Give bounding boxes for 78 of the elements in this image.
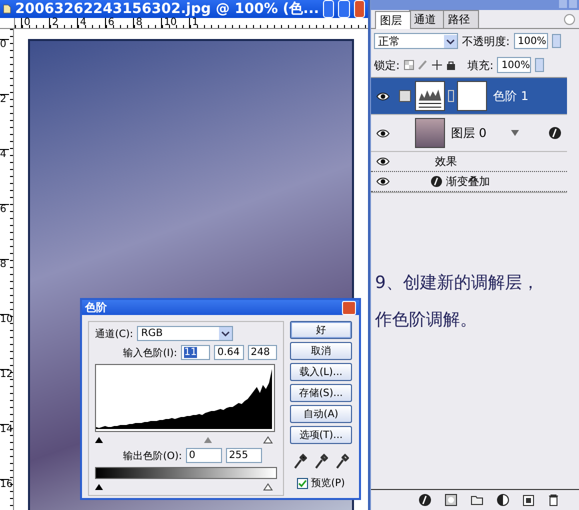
preview-checkbox[interactable] [297, 478, 308, 488]
layer-name: 色阶 1 [493, 88, 528, 104]
window-title: 20063262243156302.jpg @ 100% (色... [15, 0, 320, 18]
eyedropper-icon[interactable] [314, 453, 328, 469]
dialog-button[interactable]: 载入(L)... [290, 363, 352, 381]
input-field[interactable]: 0.64 [214, 345, 244, 360]
layer-name: 图层 0 [451, 124, 486, 142]
ruler-label: 4 [77, 18, 105, 28]
eye-icon[interactable] [376, 128, 390, 138]
effects-icon [431, 176, 442, 187]
half-circle-icon[interactable] [497, 494, 509, 506]
output-field[interactable]: 0 [186, 448, 222, 463]
chevron-down-icon[interactable] [444, 34, 457, 48]
dialog-button[interactable]: 取消 [290, 342, 352, 360]
panel-tab[interactable]: 路径 [443, 10, 479, 28]
effects-icon [548, 127, 561, 139]
field-label: 不透明度: [462, 34, 510, 48]
field-label: 通道(C): [95, 328, 134, 340]
folder-icon[interactable] [471, 495, 483, 505]
ruler-label: 8 [0, 259, 9, 314]
ruler-label: 6 [105, 18, 133, 28]
opacity-field[interactable]: 100% [514, 33, 548, 49]
expand-triangle-icon[interactable] [510, 129, 519, 137]
caption-text: 9、创建新的调解层， [375, 272, 540, 294]
input-field[interactable]: 248 [248, 345, 278, 360]
trash-icon[interactable] [548, 494, 559, 506]
link-icon [448, 90, 454, 102]
ruler-label: 4 [0, 149, 9, 204]
close-button[interactable] [354, 0, 366, 18]
ruler-label: 1 [189, 18, 217, 28]
layer-row[interactable]: 图层 0 [371, 115, 567, 152]
dialog-button[interactable]: 自动(A) [290, 405, 352, 423]
effects-icon[interactable] [419, 494, 431, 506]
effects-label: 效果 [435, 154, 457, 169]
close-button[interactable] [342, 300, 356, 314]
mask-thumbnail [457, 81, 487, 111]
dialog-title: 色阶 [85, 300, 107, 315]
checkbox-label: 预览(P) [311, 477, 345, 490]
input-field[interactable]: 11 [181, 345, 210, 360]
eyedropper-icon[interactable] [293, 453, 308, 469]
minimize-button[interactable] [323, 0, 334, 18]
panel-menu-button[interactable] [564, 14, 575, 25]
ruler-label: 0 [0, 39, 9, 94]
blend-mode-dropdown[interactable]: 正常 [374, 33, 458, 49]
ruler-label: 2 [49, 18, 77, 28]
eyedropper-icon[interactable] [334, 453, 349, 469]
checker-icon[interactable] [404, 60, 414, 70]
field-label: 输出色阶(O): [123, 450, 182, 462]
fill-field[interactable]: 100% [497, 57, 532, 73]
field-label: 锁定: [374, 58, 400, 72]
mask-icon [399, 90, 411, 102]
panel-tab[interactable]: 图层 [375, 11, 411, 29]
effect-name: 渐变叠加 [446, 174, 490, 189]
caption-text: 作色阶调解。 [375, 309, 478, 331]
dialog-button[interactable]: 选项(T)... [290, 426, 352, 444]
eye-icon[interactable] [376, 92, 390, 100]
dialog-button[interactable]: 好 [290, 321, 352, 339]
output-slider-drawing[interactable] [95, 483, 273, 491]
input-slider-drawing[interactable] [95, 436, 273, 444]
eye-icon[interactable] [376, 177, 390, 186]
eye-icon[interactable] [376, 157, 390, 166]
move-icon[interactable] [432, 60, 442, 70]
new-layer-icon[interactable] [523, 494, 534, 506]
chevron-down-icon[interactable] [219, 327, 232, 340]
maximize-button[interactable] [338, 0, 350, 18]
channel-dropdown[interactable]: RGB [137, 326, 234, 341]
layer-thumbnail [415, 118, 445, 148]
ruler-label: 8 [133, 18, 161, 28]
ruler-label: 0 [21, 18, 49, 28]
ruler-label: 10 [161, 18, 189, 28]
dialog-button[interactable]: 存储(S)... [290, 384, 352, 402]
field-label: 填充: [468, 58, 494, 72]
levels-thumbnail [415, 81, 445, 111]
field-label: 输入色阶(I): [123, 346, 178, 360]
layer-row[interactable]: 色阶 1 [371, 78, 567, 115]
lock-icon[interactable] [446, 60, 456, 70]
output-field[interactable]: 255 [226, 448, 262, 463]
mask-icon[interactable] [445, 494, 457, 506]
